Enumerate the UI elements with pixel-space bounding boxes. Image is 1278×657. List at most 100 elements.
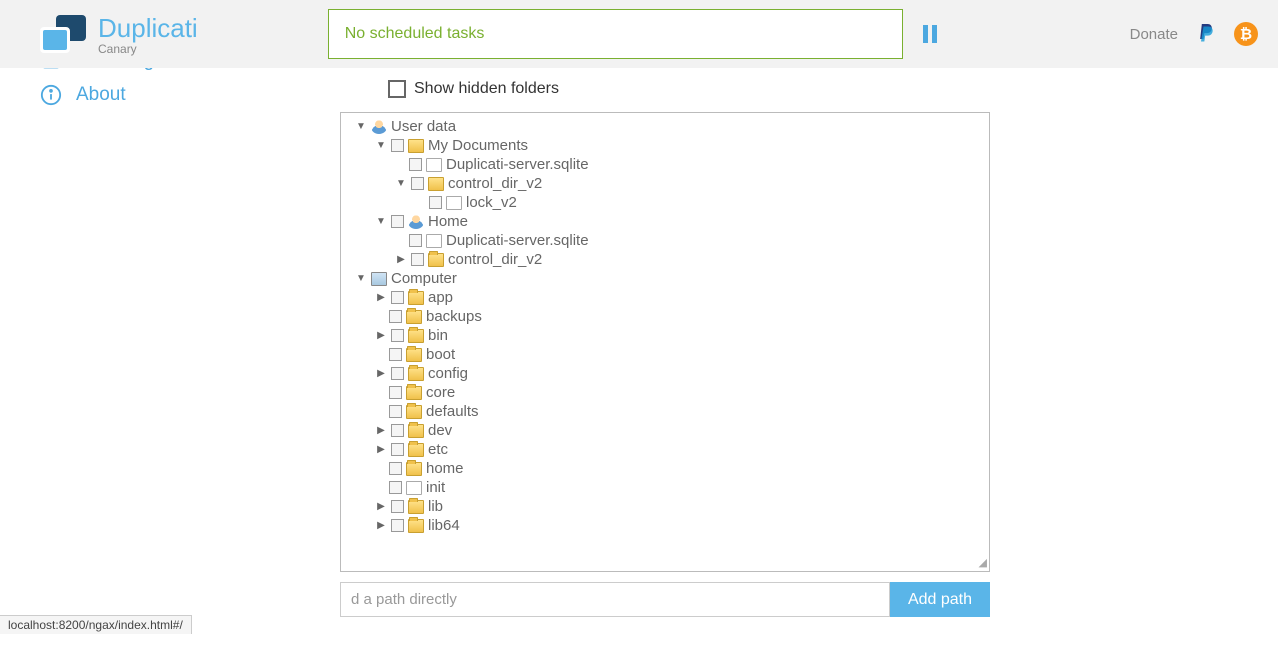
folder-icon	[428, 253, 444, 267]
checkbox[interactable]	[391, 500, 404, 513]
file-icon	[446, 196, 462, 210]
checkbox[interactable]	[391, 291, 404, 304]
tree-computer[interactable]: ▼Computer	[341, 269, 989, 288]
paypal-icon[interactable]	[1196, 22, 1216, 46]
tree-user-data[interactable]: ▼User data	[341, 117, 989, 136]
checkbox[interactable]	[389, 481, 402, 494]
folder-icon	[408, 443, 424, 457]
tree-file[interactable]: Duplicati-server.sqlite	[341, 231, 989, 250]
bitcoin-icon[interactable]: ₿	[1234, 22, 1258, 46]
tree-bin[interactable]: ▶bin	[341, 326, 989, 345]
checkbox[interactable]	[391, 329, 404, 342]
tree-control-dir[interactable]: ▶control_dir_v2	[341, 250, 989, 269]
folder-icon	[408, 367, 424, 381]
checkbox[interactable]	[391, 367, 404, 380]
tree-home[interactable]: ▼Home	[341, 212, 989, 231]
tree-dev[interactable]: ▶dev	[341, 421, 989, 440]
user-icon	[371, 120, 387, 134]
checkbox[interactable]	[391, 424, 404, 437]
logo-icon	[40, 15, 88, 53]
toggle-icon[interactable]: ▶	[395, 254, 407, 265]
add-path-button[interactable]: Add path	[890, 582, 990, 617]
folder-icon	[408, 291, 424, 305]
app-subtitle: Canary	[98, 42, 198, 56]
toggle-icon[interactable]: ▼	[355, 121, 367, 132]
folder-icon	[406, 405, 422, 419]
toggle-icon[interactable]: ▶	[375, 292, 387, 303]
hidden-folders-row[interactable]: Show hidden folders	[388, 80, 990, 98]
status-bar: localhost:8200/ngax/index.html#/	[0, 615, 192, 634]
hidden-folders-label: Show hidden folders	[414, 80, 559, 98]
tree-lib[interactable]: ▶lib	[341, 497, 989, 516]
header: Duplicati Canary No scheduled tasks Dona…	[0, 0, 1278, 68]
checkbox[interactable]	[391, 139, 404, 152]
tree-init[interactable]: init	[341, 478, 989, 497]
file-icon	[406, 481, 422, 495]
tree-file[interactable]: Duplicati-server.sqlite	[341, 155, 989, 174]
hidden-folders-checkbox[interactable]	[388, 80, 406, 98]
checkbox[interactable]	[411, 253, 424, 266]
checkbox[interactable]	[409, 158, 422, 171]
folder-icon	[408, 519, 424, 533]
tree-app[interactable]: ▶app	[341, 288, 989, 307]
nav-about-label: About	[76, 84, 126, 106]
checkbox[interactable]	[389, 310, 402, 323]
tree-home[interactable]: home	[341, 459, 989, 478]
folder-icon	[408, 139, 424, 153]
tree-defaults[interactable]: defaults	[341, 402, 989, 421]
checkbox[interactable]	[389, 405, 402, 418]
checkbox[interactable]	[411, 177, 424, 190]
toggle-icon[interactable]: ▶	[375, 444, 387, 455]
checkbox[interactable]	[391, 215, 404, 228]
tree-etc[interactable]: ▶etc	[341, 440, 989, 459]
checkbox[interactable]	[429, 196, 442, 209]
toggle-icon[interactable]: ▼	[375, 216, 387, 227]
app-name: Duplicati	[98, 13, 198, 44]
tree-lib64[interactable]: ▶lib64	[341, 516, 989, 535]
path-row: d a path directly Add path	[340, 582, 990, 617]
checkbox[interactable]	[389, 348, 402, 361]
toggle-icon[interactable]: ▶	[375, 330, 387, 341]
tree-config[interactable]: ▶config	[341, 364, 989, 383]
toggle-icon[interactable]: ▼	[355, 273, 367, 284]
folder-icon	[408, 424, 424, 438]
toggle-icon[interactable]: ▶	[375, 501, 387, 512]
folder-icon	[428, 177, 444, 191]
main-content: Show hidden folders ▼User data ▼My Docum…	[340, 80, 1020, 657]
checkbox[interactable]	[391, 519, 404, 532]
folder-icon	[406, 310, 422, 324]
path-input[interactable]: d a path directly	[340, 582, 890, 617]
toggle-icon[interactable]: ▶	[375, 368, 387, 379]
folder-tree[interactable]: ▼User data ▼My Documents Duplicati-serve…	[340, 112, 990, 572]
tree-boot[interactable]: boot	[341, 345, 989, 364]
checkbox[interactable]	[409, 234, 422, 247]
tree-file[interactable]: lock_v2	[341, 193, 989, 212]
tree-my-documents[interactable]: ▼My Documents	[341, 136, 989, 155]
folder-icon	[406, 386, 422, 400]
toggle-icon[interactable]: ▶	[375, 520, 387, 531]
toggle-icon[interactable]: ▶	[375, 425, 387, 436]
resize-handle[interactable]: ◢	[979, 556, 987, 569]
tree-core[interactable]: core	[341, 383, 989, 402]
folder-icon	[406, 462, 422, 476]
file-icon	[426, 234, 442, 248]
toggle-icon[interactable]: ▼	[375, 140, 387, 151]
status-box: No scheduled tasks	[328, 9, 903, 59]
tree-backups[interactable]: backups	[341, 307, 989, 326]
folder-icon	[408, 329, 424, 343]
checkbox[interactable]	[389, 462, 402, 475]
nav-about[interactable]: About	[40, 78, 300, 112]
checkbox[interactable]	[391, 443, 404, 456]
logo[interactable]: Duplicati Canary	[40, 13, 198, 56]
folder-icon	[408, 500, 424, 514]
user-icon	[408, 215, 424, 229]
checkbox[interactable]	[389, 386, 402, 399]
toggle-icon[interactable]: ▼	[395, 178, 407, 189]
file-icon	[426, 158, 442, 172]
info-icon	[40, 84, 62, 106]
pause-button[interactable]	[923, 25, 937, 43]
tree-control-dir[interactable]: ▼control_dir_v2	[341, 174, 989, 193]
folder-icon	[406, 348, 422, 362]
donate-link[interactable]: Donate	[1130, 26, 1178, 43]
computer-icon	[371, 272, 387, 286]
